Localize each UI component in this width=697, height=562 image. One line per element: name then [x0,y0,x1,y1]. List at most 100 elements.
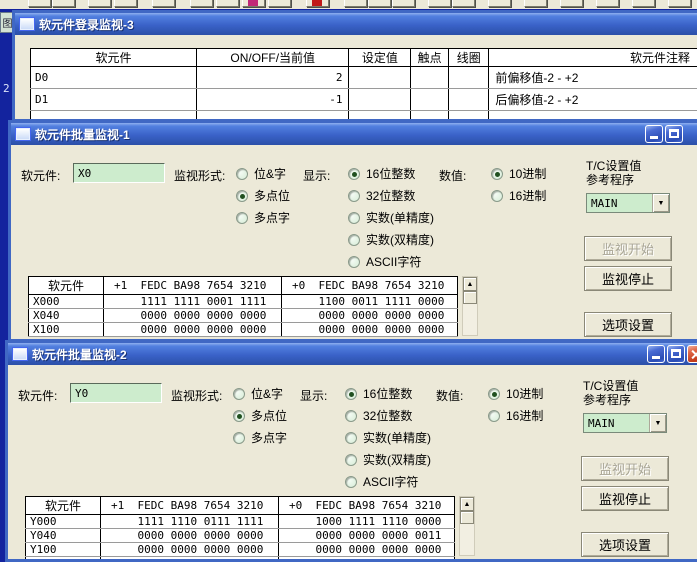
radio-ascii[interactable]: ASCII字符 [345,473,418,490]
radio-multi-word[interactable]: 多点字 [236,209,290,226]
titlebar-batch-monitor-1[interactable]: 软元件批量监视-1 [11,123,697,145]
toolbar-button[interactable] [242,0,265,7]
table-scrollbar[interactable]: ▲ [462,276,478,336]
toolbar-button[interactable] [306,0,329,7]
toolbar-button[interactable] [524,0,547,7]
radio-32bit-int[interactable]: 32位整数 [348,187,415,204]
titlebar-entry-monitor[interactable]: 软元件登录监视-3 [15,13,697,35]
toolbar-button[interactable] [268,0,291,7]
maximize-button[interactable] [665,125,683,143]
radio-bit-word[interactable]: 位&字 [236,165,286,182]
bits-plus0-cell[interactable]: 0000 0000 0000 0000 [279,543,455,557]
coil-cell[interactable] [449,89,489,111]
contact-cell[interactable] [411,89,449,111]
scroll-up-icon[interactable]: ▲ [463,277,477,291]
minimize-button[interactable] [647,345,665,363]
scroll-up-icon[interactable]: ▲ [460,497,474,511]
radio-multi-bit[interactable]: 多点位 [233,407,287,424]
bits-plus1-cell[interactable] [101,557,279,562]
setvalue-cell[interactable] [349,67,411,89]
toolbar-button[interactable] [28,0,51,7]
toolbar-button[interactable] [560,0,583,7]
toolbar-button[interactable] [114,0,137,7]
maximize-button[interactable] [667,345,685,363]
toolbar-button[interactable] [428,0,451,7]
contact-cell[interactable] [411,67,449,89]
device-cell[interactable]: D1 [31,89,197,111]
bits-plus1-cell[interactable]: 0000 0000 0000 0000 [101,543,279,557]
bits-plus1-cell[interactable]: 0000 0000 0000 0000 [104,323,282,337]
device-cell[interactable]: Y000 [26,515,101,529]
toolbar-button[interactable] [488,0,511,7]
program-combobox[interactable]: MAIN ▼ [583,413,667,433]
toolbar-button[interactable] [392,0,415,7]
bits-plus1-cell[interactable]: 0000 0000 0000 0000 [101,529,279,543]
radio-real-double[interactable]: 实数(双精度) [345,451,431,468]
option-setting-button[interactable]: 选项设置 [584,312,672,337]
radio-hexadecimal[interactable]: 16进制 [488,407,543,424]
setvalue-cell[interactable] [349,89,411,111]
bits-plus1-cell[interactable]: 0000 0000 0000 0000 [104,309,282,323]
radio-16bit-int[interactable]: 16位整数 [345,385,412,402]
window-batch-monitor-1: 软元件批量监视-1 软元件: X0 监视形式: 位&字 多点位 多点字 显示: … [8,120,697,342]
table-scrollbar[interactable]: ▲ [459,496,475,556]
scrollbar-thumb[interactable] [463,291,477,304]
radio-multi-word[interactable]: 多点字 [233,429,287,446]
monitor-stop-button[interactable]: 监视停止 [581,486,669,511]
bits-plus0-cell[interactable]: 1000 1111 1110 0000 [279,515,455,529]
value-cell[interactable]: -1 [196,89,349,111]
toolbar-button[interactable] [368,0,391,7]
value-cell[interactable]: 2 [196,67,349,89]
device-cell[interactable]: D0 [31,67,197,89]
minimize-button[interactable] [645,125,663,143]
radio-decimal[interactable]: 10进制 [488,385,543,402]
monitor-stop-button[interactable]: 监视停止 [584,266,672,291]
scrollbar-thumb[interactable] [460,511,474,524]
toolbar-button[interactable] [668,0,691,7]
comment-cell[interactable]: 前偏移值-2 - +2 [489,67,697,89]
toolbar-button[interactable] [344,0,367,7]
device-cell[interactable]: X040 [29,309,104,323]
device-cell[interactable]: Y100 [26,543,101,557]
bits-plus1-cell[interactable]: 1111 1110 0111 1111 [101,515,279,529]
device-cell[interactable]: X000 [29,295,104,309]
radio-32bit-int[interactable]: 32位整数 [345,407,412,424]
toolbar-button[interactable] [596,0,619,7]
option-setting-button[interactable]: 选项设置 [581,532,669,557]
toolbar-button[interactable] [152,0,175,7]
toolbar-button[interactable] [632,0,655,7]
device-cell[interactable] [26,557,101,562]
bits-plus0-cell[interactable]: 1100 0011 1111 0000 [282,295,458,309]
toolbar-button[interactable] [52,0,75,7]
radio-hexadecimal[interactable]: 16进制 [491,187,546,204]
close-button[interactable] [687,345,697,363]
toolbar-button[interactable] [452,0,475,7]
radio-bit-word[interactable]: 位&字 [233,385,283,402]
bits-plus0-cell[interactable]: 0000 0000 0000 0000 [282,323,458,337]
bits-plus1-cell[interactable]: 1111 1111 0001 1111 [104,295,282,309]
radio-real-single[interactable]: 实数(单精度) [345,429,431,446]
device-input[interactable]: X0 [73,163,165,183]
radio-ascii[interactable]: ASCII字符 [348,253,421,270]
toolbar-button[interactable] [190,0,213,7]
program-combobox[interactable]: MAIN ▼ [586,193,670,213]
radio-16bit-int[interactable]: 16位整数 [348,165,415,182]
toolbar-button[interactable] [88,0,111,7]
comment-cell[interactable]: 后偏移值-2 - +2 [489,89,697,111]
chevron-down-icon[interactable]: ▼ [652,194,669,212]
device-input[interactable]: Y0 [70,383,162,403]
device-cell[interactable]: Y040 [26,529,101,543]
device-cell[interactable]: X100 [29,323,104,337]
radio-decimal[interactable]: 10进制 [491,165,546,182]
radio-real-double[interactable]: 实数(双精度) [348,231,434,248]
toolbar-button[interactable] [216,0,239,7]
bits-plus0-cell[interactable]: 0000 0000 0000 0000 [282,309,458,323]
radio-multi-bit[interactable]: 多点位 [236,187,290,204]
radio-real-single[interactable]: 实数(单精度) [348,209,434,226]
chevron-down-icon[interactable]: ▼ [649,414,666,432]
radio-label: 多点字 [254,209,290,226]
coil-cell[interactable] [449,67,489,89]
bits-plus0-cell[interactable]: 0000 0000 0000 0011 [279,529,455,543]
bits-plus0-cell[interactable] [279,557,455,562]
titlebar-batch-monitor-2[interactable]: 软元件批量监视-2 [8,343,697,365]
